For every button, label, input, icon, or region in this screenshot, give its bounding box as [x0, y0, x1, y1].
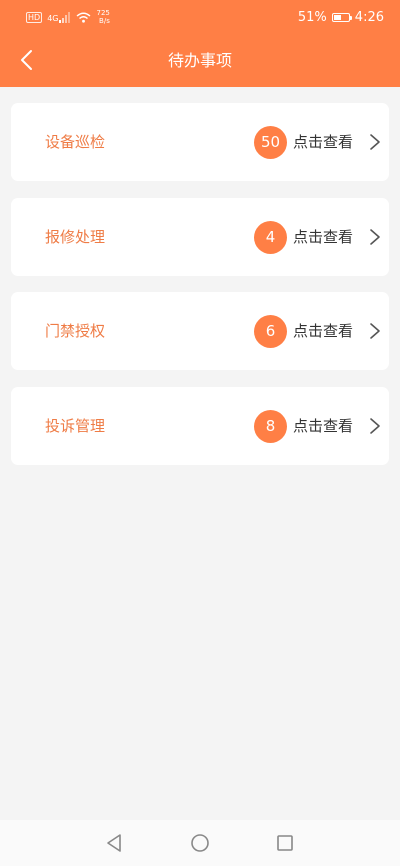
- nav-bar: 待办事项: [0, 34, 400, 87]
- todo-item-complaint-management[interactable]: 投诉管理 8 点击查看: [11, 386, 389, 465]
- view-link[interactable]: 点击查看: [293, 292, 353, 370]
- app-header: HD 4G 725 B/s 51% 4:26 待办事项: [0, 0, 400, 87]
- todo-item-title: 门禁授权: [45, 322, 106, 340]
- status-bar: HD 4G 725 B/s 51% 4:26: [0, 0, 400, 34]
- page-title: 待办事项: [167, 51, 232, 70]
- todo-item-title: 投诉管理: [45, 416, 106, 435]
- count-badge: 50: [254, 126, 287, 159]
- battery-icon: [331, 12, 352, 22]
- chevron-right-icon: [370, 323, 380, 339]
- wifi-icon: [77, 12, 91, 23]
- triangle-back-icon[interactable]: [104, 833, 124, 853]
- battery-percent: 51%: [297, 9, 327, 25]
- system-nav-bar: [0, 820, 400, 866]
- todo-item-title: 设备巡检: [45, 133, 106, 151]
- todo-item-equipment-inspection[interactable]: 设备巡检 50 点击查看: [11, 103, 389, 181]
- network-speed: 725 B/s: [96, 9, 109, 25]
- view-link[interactable]: 点击查看: [293, 103, 353, 181]
- todo-list: 设备巡检 50 点击查看 报修处理 4 点击查看 门禁授权 6 点击查看 投诉管…: [11, 103, 389, 481]
- view-link[interactable]: 点击查看: [293, 198, 353, 276]
- chevron-right-icon: [370, 417, 380, 434]
- circle-home-icon[interactable]: [190, 833, 210, 853]
- status-right: 51% 4:26: [298, 8, 384, 26]
- todo-item-title: 报修处理: [45, 227, 106, 246]
- count-badge: 6: [254, 315, 287, 348]
- network-speed-unit: B/s: [99, 17, 110, 25]
- clock-time: 4:26: [354, 9, 384, 25]
- count-badge: 4: [254, 220, 287, 254]
- status-left: HD 4G 725 B/s: [26, 6, 110, 28]
- signal-icon: 4G: [47, 11, 71, 23]
- battery-level-fill: [333, 14, 341, 20]
- signal-bars-icon: [59, 11, 71, 23]
- todo-item-repair-handling[interactable]: 报修处理 4 点击查看: [11, 197, 389, 276]
- count-badge: 8: [254, 409, 287, 443]
- chevron-right-icon: [370, 134, 380, 150]
- view-link[interactable]: 点击查看: [293, 387, 353, 465]
- hd-indicator: HD: [26, 11, 43, 23]
- network-speed-value: 725: [96, 9, 110, 17]
- chevron-right-icon: [370, 228, 380, 245]
- square-recent-icon[interactable]: [275, 833, 295, 853]
- network-type-label: 4G: [47, 13, 59, 23]
- todo-item-access-authorization[interactable]: 门禁授权 6 点击查看: [11, 292, 389, 370]
